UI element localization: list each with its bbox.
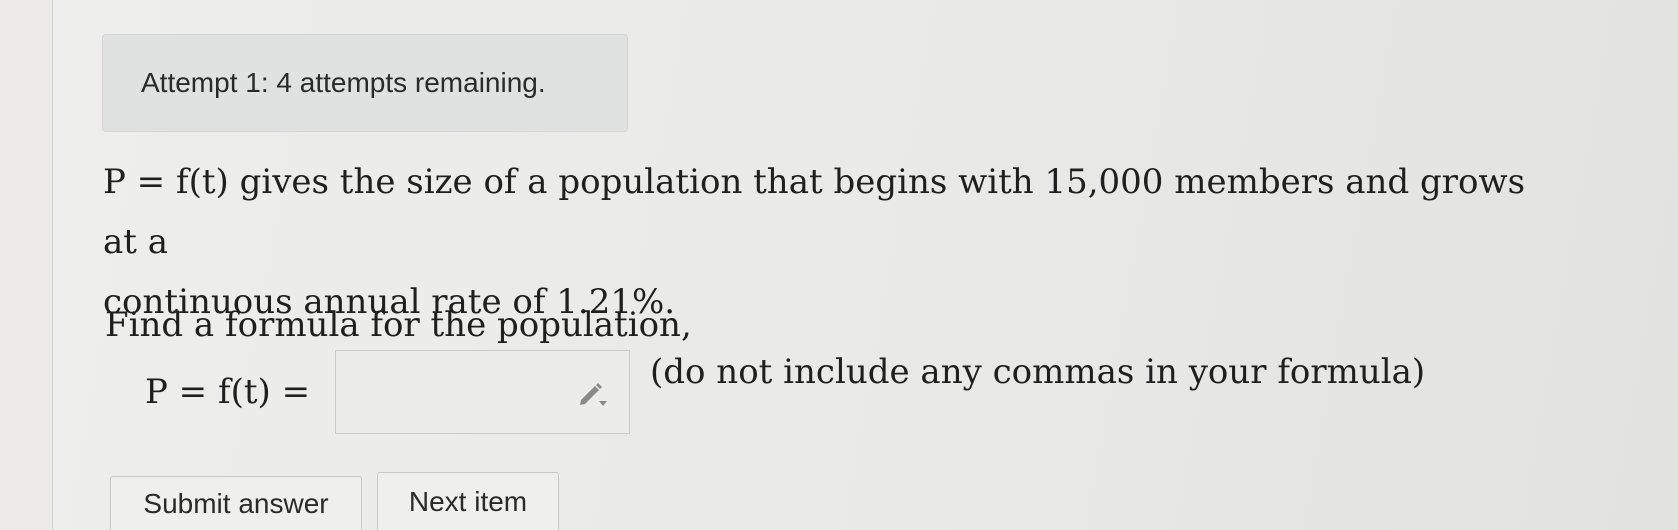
- attempt-banner-text: Attempt 1: 4 attempts remaining.: [141, 67, 546, 98]
- submit-answer-button[interactable]: Submit answer: [110, 476, 362, 530]
- problem-line-1-text: gives the size of a population that begi…: [103, 162, 1526, 262]
- next-item-button[interactable]: Next item: [377, 472, 559, 530]
- pencil-icon[interactable]: [575, 375, 609, 409]
- answer-row: P = f(t) =: [145, 350, 335, 434]
- page-left-edge: [0, 0, 53, 530]
- instruction-text: Find a formula for the population,: [105, 305, 692, 345]
- formula-label: P = f(t) =: [145, 372, 311, 412]
- function-notation: P = f(t): [103, 162, 229, 202]
- formula-answer-field[interactable]: [335, 350, 630, 434]
- answer-hint: (do not include any commas in your formu…: [650, 352, 1426, 392]
- submit-answer-label: Submit answer: [143, 487, 329, 519]
- problem-line-1: P = f(t) gives the size of a population …: [103, 152, 1563, 272]
- attempt-banner: Attempt 1: 4 attempts remaining.: [102, 34, 628, 132]
- next-item-label: Next item: [408, 485, 528, 517]
